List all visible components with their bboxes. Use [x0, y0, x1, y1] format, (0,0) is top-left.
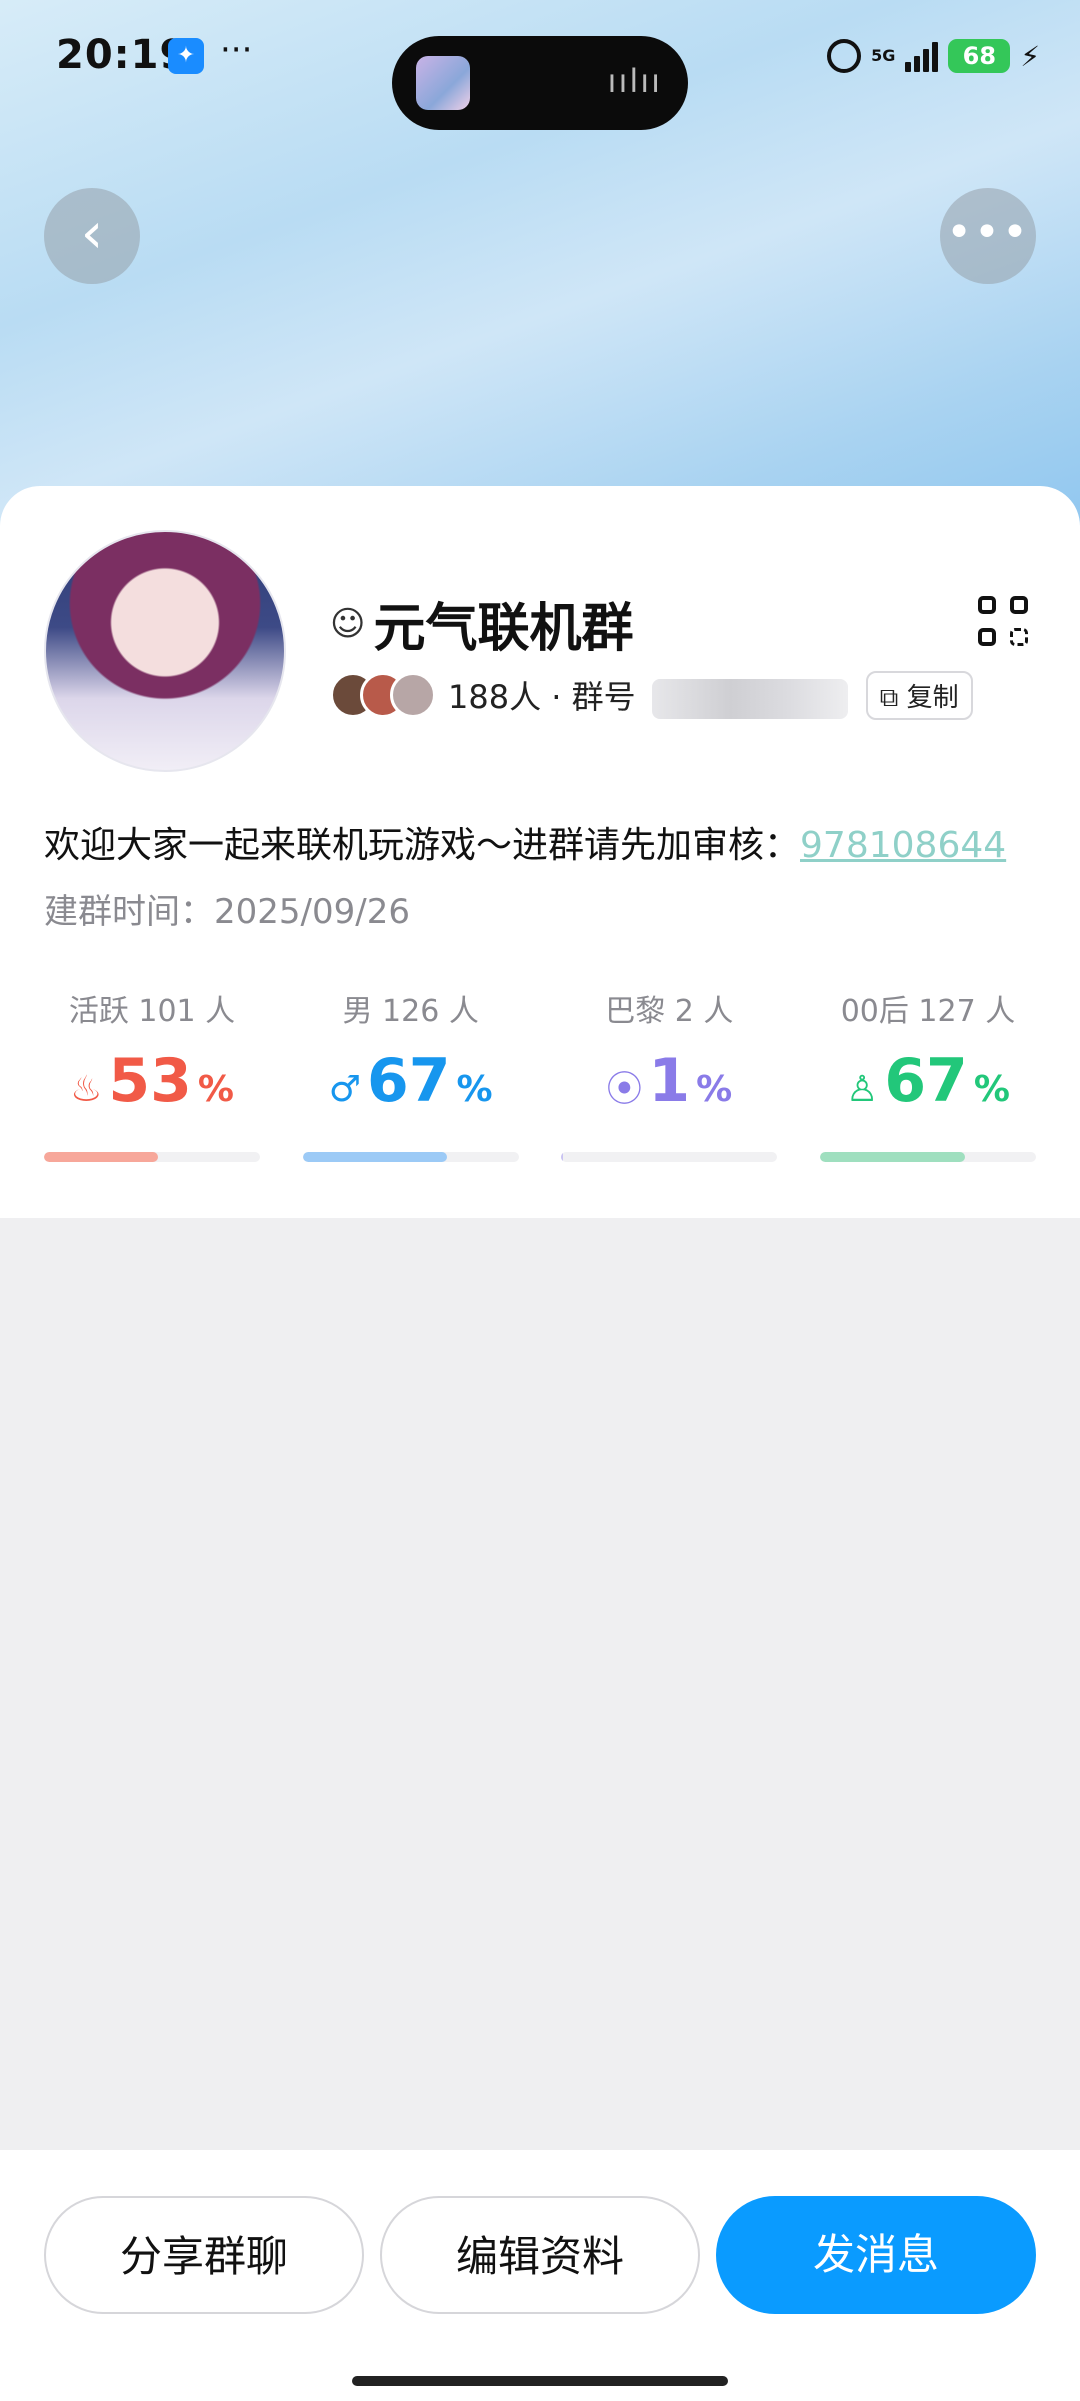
stat-bar — [302, 1152, 519, 1162]
stat-unit: % — [973, 1069, 1010, 1110]
bottom-action-bar: 分享群聊 编辑资料 发消息 — [0, 2150, 1080, 2401]
member-count: 188人 — [448, 677, 542, 716]
dynamic-island[interactable]: ıılıı — [392, 36, 688, 130]
battery-icon: 68 — [948, 39, 1011, 73]
stat-number: 53 — [108, 1046, 192, 1116]
group-name: 元气联机群 — [373, 599, 634, 659]
group-meta: 188人 · 群号 ⧉ 复制 — [330, 668, 973, 722]
status-bar: 20:19 ✦ ··· ıılıı 5G 68 ⚡ — [0, 28, 1080, 130]
person-icon: ♙ — [846, 1069, 879, 1110]
stat-bar-fill — [561, 1152, 564, 1162]
stat-unit: % — [197, 1069, 234, 1110]
stat-value: ♨ 53 % — [44, 1046, 260, 1126]
group-id-label: 群号 — [571, 677, 636, 716]
edit-profile-button[interactable]: 编辑资料 — [380, 2196, 700, 2314]
stat-unit: % — [696, 1069, 733, 1110]
copy-icon: ⧉ — [879, 682, 899, 713]
stat-label: 活跃 101 人 — [68, 994, 236, 1029]
stat-value: ♙ 67 % — [820, 1046, 1036, 1126]
group-badge-icon: ☺ — [330, 603, 366, 644]
member-count-row[interactable]: 188人 · 群号 — [448, 672, 848, 719]
stat-value: ♂ 67 % — [303, 1046, 519, 1126]
group-profile-card: ☺ 元气联机群 188人 · 群号 ⧉ 复制 欢迎大家一起来联机玩游戏～进群请先… — [0, 486, 1080, 1218]
stat-unit: % — [456, 1069, 493, 1110]
stat-bar — [561, 1152, 778, 1162]
group-name-row: ☺ 元气联机群 — [330, 586, 633, 661]
group-description: 欢迎大家一起来联机玩游戏～进群请先加审核：978108644 — [44, 816, 1006, 868]
stat-bar — [44, 1152, 260, 1162]
separator-dot: · — [551, 677, 572, 716]
more-button[interactable]: ••• — [940, 188, 1036, 284]
created-date: 建群时间：2025/09/26 — [44, 892, 410, 932]
stat-location[interactable]: 巴黎 2 人 ⦿ 1 % — [561, 986, 778, 1162]
media-thumbnail — [416, 56, 470, 110]
description-text: 欢迎大家一起来联机玩游戏～进群请先加审核： — [44, 825, 801, 866]
flame-icon: ♨ — [70, 1069, 103, 1110]
stat-label: 男 126 人 — [342, 994, 479, 1029]
send-message-button[interactable]: 发消息 — [716, 2196, 1036, 2314]
stat-bar-fill — [819, 1152, 965, 1162]
stat-male[interactable]: 男 126 人 ♂ 67 % — [302, 986, 519, 1162]
location-pin-icon: ⦿ — [606, 1069, 643, 1110]
more-horizontal-icon: ••• — [946, 207, 1030, 258]
network-label: 5G — [871, 46, 896, 65]
app-notification-icon: ✦ — [168, 38, 204, 74]
stat-label: 巴黎 2 人 — [605, 994, 734, 1029]
chevron-left-icon: ‹ — [80, 201, 104, 266]
description-link[interactable]: 978108644 — [800, 825, 1006, 866]
copy-button[interactable]: ⧉ 复制 — [865, 670, 973, 720]
stat-active[interactable]: 活跃 101 人 ♨ 53 % — [44, 986, 260, 1162]
stat-label: 00后 127 人 — [840, 994, 1016, 1029]
copy-label: 复制 — [906, 682, 959, 713]
share-group-button[interactable]: 分享群聊 — [44, 2196, 364, 2314]
stat-bar-fill — [44, 1152, 159, 1162]
alarm-icon — [827, 39, 862, 73]
stat-bar — [819, 1152, 1036, 1162]
group-avatar[interactable] — [44, 530, 286, 772]
member-avatar — [390, 672, 436, 718]
stat-bar-fill — [302, 1152, 448, 1162]
stat-age[interactable]: 00后 127 人 ♙ 67 % — [819, 986, 1036, 1162]
qr-code-icon[interactable] — [978, 596, 1028, 646]
group-stats: 活跃 101 人 ♨ 53 % 男 126 人 ♂ 67 % 巴黎 2 人 ⦿ … — [44, 986, 1036, 1162]
stat-number: 67 — [884, 1046, 968, 1116]
male-icon: ♂ — [328, 1069, 361, 1110]
signal-icon — [905, 40, 939, 72]
status-icons: 5G 68 ⚡ — [827, 34, 1040, 78]
charging-icon: ⚡ — [1020, 39, 1040, 73]
home-indicator[interactable] — [352, 2376, 728, 2386]
more-notifications-icon: ··· — [220, 30, 253, 70]
back-button[interactable]: ‹ — [44, 188, 140, 284]
group-id-redacted — [651, 678, 848, 719]
stat-number: 1 — [648, 1046, 691, 1116]
audio-wave-icon: ıılıı — [607, 62, 662, 100]
stat-number: 67 — [367, 1046, 451, 1116]
stat-value: ⦿ 1 % — [561, 1046, 777, 1126]
